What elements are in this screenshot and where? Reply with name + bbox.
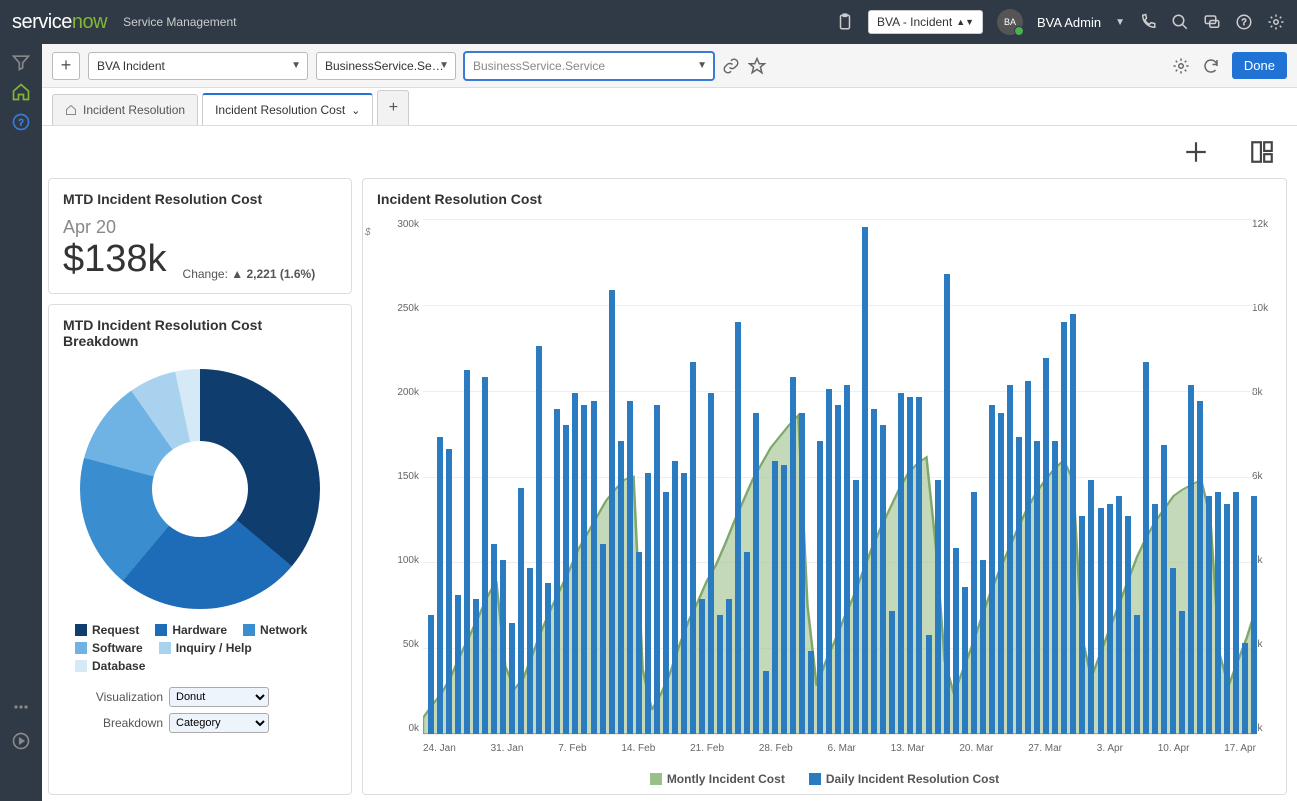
workspace-picker[interactable]: BVA - Incident ▲▼ [868,10,983,34]
settings-icon[interactable] [1172,57,1190,75]
filter-icon[interactable] [11,52,31,72]
tab-incident-resolution[interactable]: Incident Resolution [52,94,198,125]
chevron-down-icon[interactable]: ▼ [1115,17,1125,28]
cost-chart-card: Incident Resolution Cost $ 300k250k200k1… [362,178,1287,795]
user-name[interactable]: BVA Admin [1037,15,1101,30]
brk-select[interactable]: Category [169,713,269,733]
logo[interactable]: servicenow [12,11,107,34]
add-filter-button[interactable]: + [52,52,80,80]
add-widget-icon[interactable] [1183,139,1209,165]
picker-value[interactable]: BusinessService.Service▼ [464,52,714,80]
brk-label: Breakdown [63,716,163,730]
logo-text-b: now [72,11,107,34]
app-name: Service Management [123,15,236,29]
help-rail-icon[interactable]: ? [11,112,31,132]
legend-item[interactable]: Request [75,623,139,637]
donut-chart[interactable] [80,369,320,609]
vis-label: Visualization [63,690,163,704]
phone-icon[interactable] [1139,13,1157,31]
tab-add-button[interactable]: + [377,90,409,125]
left-rail: ? [0,44,42,801]
chart-title: Incident Resolution Cost [377,191,1272,207]
chevron-down-icon: ⌄ [351,104,360,117]
caret-icon: ▼ [291,60,301,71]
legend-item[interactable]: Database [75,659,145,673]
dashboard-content: MTD Incident Resolution Cost Apr 20 $138… [48,178,1287,795]
sort-icon: ▲▼ [956,19,974,26]
chart-legend: Montly Incident Cost Daily Incident Reso… [363,772,1286,786]
link-icon[interactable] [722,57,740,75]
refresh-icon[interactable] [1202,57,1220,75]
svg-text:?: ? [18,117,23,127]
more-icon[interactable] [11,697,31,717]
workspace-label: BVA - Incident [877,15,952,29]
legend-item[interactable]: Hardware [155,623,227,637]
chart-plot-area[interactable] [423,219,1256,734]
avatar[interactable]: BA [997,9,1023,35]
bar-series [423,219,1256,734]
tab-incident-resolution-cost[interactable]: Incident Resolution Cost ⌄ [202,93,373,125]
home-small-icon [65,104,77,116]
svg-text:?: ? [1241,17,1246,27]
y-axis-label: $ [365,227,371,238]
filter-bar: + BVA Incident▼ BusinessService.Se…▼ Bus… [42,44,1297,88]
x-axis: 24. Jan31. Jan7. Feb14. Feb21. Feb28. Fe… [423,743,1256,754]
chat-icon[interactable] [1203,13,1221,31]
kpi-value: $138k [63,238,167,281]
dashboard-actions [42,126,1297,178]
star-icon[interactable] [748,57,766,75]
legend-item[interactable]: Inquiry / Help [159,641,252,655]
kpi-title: MTD Incident Resolution Cost [63,191,337,207]
tab-bar: Incident Resolution Incident Resolution … [42,88,1297,126]
y-axis-left: 300k250k200k150k100k50k0k [375,219,419,734]
home-icon[interactable] [11,82,31,102]
clipboard-icon[interactable] [836,13,854,31]
picker-scope[interactable]: BVA Incident▼ [88,52,308,80]
gear-icon[interactable] [1267,13,1285,31]
kpi-card: MTD Incident Resolution Cost Apr 20 $138… [48,178,352,294]
breakdown-card: MTD Incident Resolution Cost Breakdown R… [48,304,352,795]
picker-field[interactable]: BusinessService.Se…▼ [316,52,456,80]
kpi-period: Apr 20 [63,217,337,238]
legend-item[interactable]: Software [75,641,143,655]
logo-text-a: service [12,11,72,34]
legend-item[interactable]: Network [243,623,307,637]
search-icon[interactable] [1171,13,1189,31]
layout-icon[interactable] [1249,139,1275,165]
donut-legend: Request Hardware Network Software Inquiry / … [63,619,337,677]
top-nav: servicenow Service Management BVA - Inci… [0,0,1297,44]
vis-select[interactable]: Donut [169,687,269,707]
caret-icon: ▼ [697,60,707,71]
kpi-change: Change: ▲ 2,221 (1.6%) [183,267,316,281]
play-icon[interactable] [11,731,31,751]
done-button[interactable]: Done [1232,52,1287,79]
caret-icon: ▼ [439,60,449,71]
breakdown-title: MTD Incident Resolution Cost Breakdown [63,317,337,349]
help-icon[interactable]: ? [1235,13,1253,31]
